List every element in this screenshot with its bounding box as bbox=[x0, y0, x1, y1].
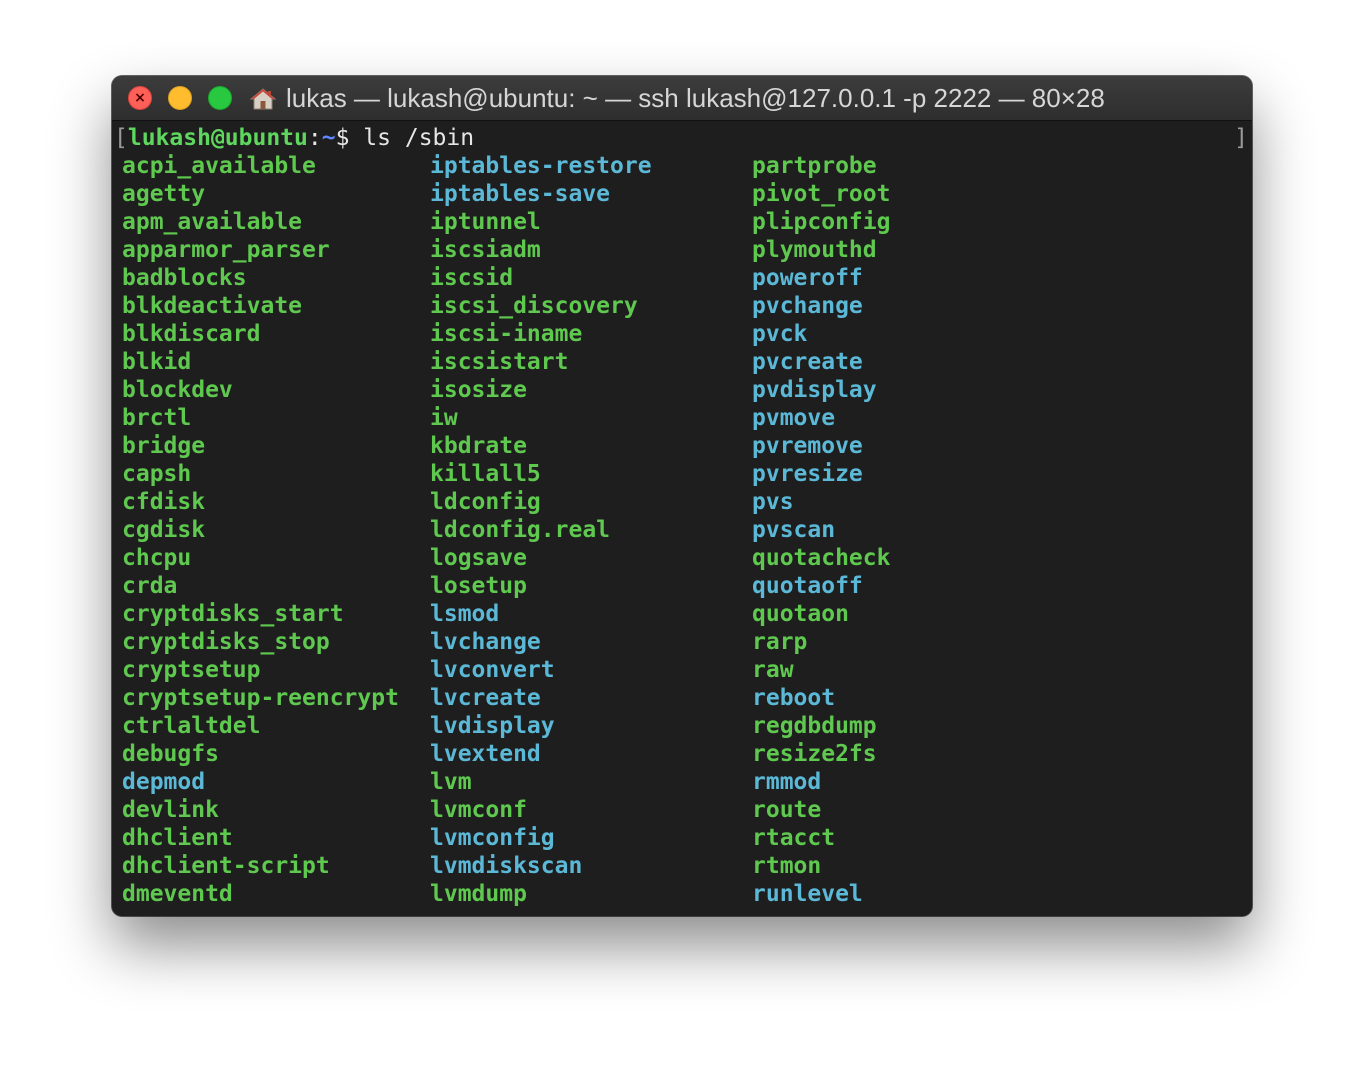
file-entry: lvdisplay bbox=[430, 713, 555, 739]
file-entry: ldconfig bbox=[430, 489, 541, 515]
file-entry: iptables-save bbox=[430, 181, 611, 207]
file-entry: pvck bbox=[752, 321, 808, 347]
file-entry: devlink bbox=[122, 797, 219, 823]
file-entry: runlevel bbox=[752, 881, 863, 907]
file-entry: pvs bbox=[752, 489, 794, 515]
file-entry: lvmdiskscan bbox=[430, 853, 583, 879]
file-entry: iscsiadm bbox=[430, 237, 541, 263]
file-entry: route bbox=[752, 797, 822, 823]
file-entry: pvresize bbox=[752, 461, 863, 487]
file-entry: kbdrate bbox=[430, 433, 527, 459]
window-title: lukas — lukash@ubuntu: ~ — ssh lukash@12… bbox=[286, 83, 1105, 113]
file-entry: lvextend bbox=[430, 741, 541, 767]
file-entry: lvcreate bbox=[430, 685, 541, 711]
file-entry: cryptdisks_start bbox=[122, 601, 344, 627]
title-bar[interactable]: × lukas — lukash@ubuntu: ~ — ssh lukash@… bbox=[112, 76, 1252, 121]
file-entry: agetty bbox=[122, 181, 206, 207]
file-entry: quotacheck bbox=[752, 545, 891, 571]
file-entry: dmeventd bbox=[122, 881, 233, 907]
file-entry: depmod bbox=[122, 769, 206, 795]
file-entry: iscsi-iname bbox=[430, 321, 583, 347]
file-entry: cryptsetup bbox=[122, 657, 261, 683]
file-entry: resize2fs bbox=[752, 741, 877, 767]
file-entry: pvcreate bbox=[752, 349, 863, 375]
file-entry: acpi_available bbox=[122, 153, 316, 179]
prompt-colon: : bbox=[307, 125, 322, 151]
file-entry: bridge bbox=[122, 433, 206, 459]
file-entry: plipconfig bbox=[752, 209, 891, 235]
file-entry: cfdisk bbox=[122, 489, 206, 515]
file-entry: logsave bbox=[430, 545, 527, 571]
file-entry: poweroff bbox=[752, 265, 863, 291]
file-entry: apm_available bbox=[122, 209, 303, 235]
minimize-button[interactable] bbox=[168, 86, 192, 110]
file-entry: cgdisk bbox=[122, 517, 206, 543]
file-entry: blkdeactivate bbox=[122, 293, 303, 319]
file-entry: quotaoff bbox=[752, 573, 863, 599]
zoom-button[interactable] bbox=[208, 86, 232, 110]
file-entry: blkdiscard bbox=[122, 321, 261, 347]
file-entry: badblocks bbox=[122, 265, 247, 291]
file-entry: lvmdump bbox=[430, 881, 527, 907]
file-entry: ldconfig.real bbox=[430, 517, 611, 543]
file-entry: dhclient bbox=[122, 825, 233, 851]
file-entry: crda bbox=[122, 573, 178, 599]
file-entry: debugfs bbox=[122, 741, 219, 767]
file-entry: lvmconfig bbox=[430, 825, 555, 851]
file-entry: pvscan bbox=[752, 517, 836, 543]
file-entry: regdbdump bbox=[752, 713, 877, 739]
file-entry: iscsistart bbox=[430, 349, 569, 375]
home-icon bbox=[250, 88, 276, 110]
file-entry: rarp bbox=[752, 629, 808, 655]
file-entry: pvdisplay bbox=[752, 377, 877, 403]
close-button[interactable]: × bbox=[128, 86, 152, 110]
file-entry: rmmod bbox=[752, 769, 822, 795]
file-entry: pivot_root bbox=[752, 181, 891, 207]
file-entry: losetup bbox=[430, 573, 527, 599]
file-entry: pvchange bbox=[752, 293, 863, 319]
file-entry: brctl bbox=[122, 405, 192, 431]
file-entry: isosize bbox=[430, 377, 527, 403]
file-entry: plymouthd bbox=[752, 237, 877, 263]
file-entry: killall5 bbox=[430, 461, 541, 487]
file-entry: lsmod bbox=[430, 601, 500, 627]
close-icon: × bbox=[134, 90, 146, 106]
file-entry: chcpu bbox=[122, 545, 192, 571]
file-entry: ctrlaltdel bbox=[122, 713, 261, 739]
terminal-window: × lukas — lukash@ubuntu: ~ — ssh lukash@… bbox=[112, 76, 1252, 916]
file-entry: iw bbox=[430, 405, 458, 431]
file-entry: partprobe bbox=[752, 153, 877, 179]
prompt-symbol: $ bbox=[335, 125, 350, 151]
file-entry: raw bbox=[752, 657, 794, 683]
prompt-user-host: lukash@ubuntu bbox=[127, 125, 308, 151]
prompt-line: [lukash@ubuntu:~$ ls /sbin bbox=[114, 124, 474, 152]
file-entry: dhclient-script bbox=[122, 853, 330, 879]
prompt-close-bracket: ] bbox=[1234, 125, 1248, 151]
file-entry: lvchange bbox=[430, 629, 541, 655]
file-entry: rtacct bbox=[752, 825, 836, 851]
file-entry: iscsi_discovery bbox=[430, 293, 638, 319]
file-entry: cryptdisks_stop bbox=[122, 629, 330, 655]
file-entry: pvmove bbox=[752, 405, 836, 431]
prompt-open-bracket: [ bbox=[114, 125, 128, 151]
file-entry: cryptsetup-reencrypt bbox=[122, 685, 399, 711]
prompt-command: ls /sbin bbox=[349, 125, 475, 151]
file-entry: blkid bbox=[122, 349, 192, 375]
file-entry: apparmor_parser bbox=[122, 237, 330, 263]
file-entry: lvm bbox=[430, 769, 472, 795]
file-entry: pvremove bbox=[752, 433, 863, 459]
file-entry: iscsid bbox=[430, 265, 514, 291]
file-entry: reboot bbox=[752, 685, 836, 711]
file-entry: lvmconf bbox=[430, 797, 527, 823]
file-entry: blockdev bbox=[122, 377, 233, 403]
terminal-content[interactable]: [lukash@ubuntu:~$ ls /sbin ] acpi_availa… bbox=[112, 121, 1252, 916]
file-entry: quotaon bbox=[752, 601, 849, 627]
file-entry: rtmon bbox=[752, 853, 822, 879]
file-entry: lvconvert bbox=[430, 657, 555, 683]
prompt-path: ~ bbox=[321, 125, 336, 151]
file-entry: iptunnel bbox=[430, 209, 541, 235]
file-entry: iptables-restore bbox=[430, 153, 652, 179]
file-entry: capsh bbox=[122, 461, 192, 487]
